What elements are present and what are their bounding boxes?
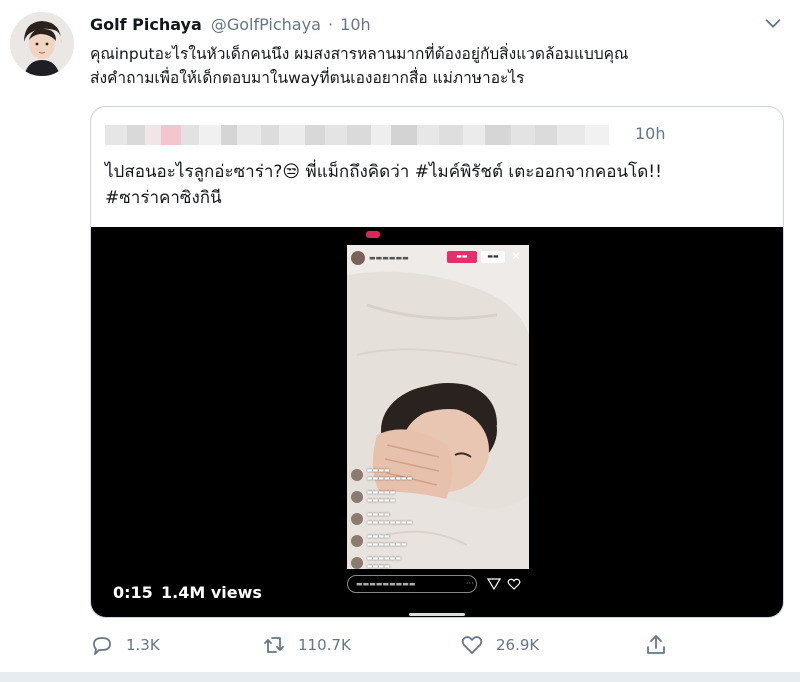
live-badge: ▬▬ xyxy=(447,251,477,263)
live-comment: ▬▬▬▬ ▬▬▬▬▬▬▬ xyxy=(351,533,471,553)
share-icon xyxy=(644,633,668,657)
pixelated-author xyxy=(105,125,625,145)
live-comment-input: ▬▬▬▬▬▬▬▬▬ ··· xyxy=(347,575,477,593)
quoted-tweet-timestamp[interactable]: 10h xyxy=(635,121,666,147)
video-elapsed-time: 0:15 xyxy=(113,583,153,602)
streamer-name: ▬▬▬▬▬▬ xyxy=(369,254,409,262)
tweet-text-line: คุณinputอะไรในหัวเด็กคนนึง ผมสงสารหลานมา… xyxy=(90,45,629,63)
send-icon xyxy=(487,577,501,591)
hashtag-link[interactable]: #ซาร่าคาซิงกินี xyxy=(105,188,222,208)
close-icon: ✕ xyxy=(511,249,522,263)
quoted-tweet[interactable]: 10h ไปสอนอะไรลูกอ่ะซาร่า?😒 พี่แม็กถึงคิด… xyxy=(90,106,784,618)
hashtag-link[interactable]: #ไมค์พิรัชต์ xyxy=(415,162,503,182)
reply-icon xyxy=(90,633,114,657)
quoted-text-part: เตะออกจากคอนโด!! xyxy=(503,162,662,182)
live-comment: ▬▬▬▬ ▬▬▬▬▬▬▬▬ xyxy=(351,467,471,487)
separator-dot: · xyxy=(327,15,334,34)
retweet-button[interactable]: 110.7K xyxy=(262,630,351,660)
reply-button[interactable]: 1.3K xyxy=(90,630,160,660)
recording-indicator xyxy=(366,231,380,238)
unamused-emoji: 😒 xyxy=(282,162,301,182)
reply-count: 1.3K xyxy=(126,636,160,654)
live-header: ▬▬▬▬▬▬ ▬▬ ▬▬ ✕ xyxy=(347,245,529,273)
live-comment: ▬▬▬▬▬▬▬▬▬▬ xyxy=(351,555,471,569)
video-player[interactable]: ▬▬▬▬▬▬ ▬▬ ▬▬ ✕ ▬▬▬▬▬▬▬▬▬▬▬▬ ▬▬▬▬▬▬▬▬▬▬ xyxy=(91,227,783,617)
video-frame: ▬▬▬▬▬▬ ▬▬ ▬▬ ✕ ▬▬▬▬▬▬▬▬▬▬▬▬ ▬▬▬▬▬▬▬▬▬▬ xyxy=(347,245,529,569)
retweet-count: 110.7K xyxy=(298,636,351,654)
heart-outline-icon xyxy=(507,577,521,591)
video-view-count: 1.4M views xyxy=(161,583,262,602)
timeline-divider xyxy=(0,672,800,682)
tweet-text-line: ส่งคำถามเพื่อให้เด็กตอบมาในwayที่ตนเองอย… xyxy=(90,69,525,87)
live-comment: ▬▬▬▬ ▬▬▬▬▬▬▬▬ xyxy=(351,511,471,531)
home-indicator xyxy=(409,613,465,616)
author-avatar[interactable] xyxy=(10,12,74,76)
quoted-text-part: พี่แม็กถึงคิดว่า xyxy=(300,162,415,182)
live-comment: ▬▬▬▬▬▬▬▬▬▬ xyxy=(351,489,471,509)
retweet-icon xyxy=(262,633,286,657)
author-name[interactable]: Golf Pichaya xyxy=(90,15,202,34)
quoted-tweet-text: ไปสอนอะไรลูกอ่ะซาร่า?😒 พี่แม็กถึงคิดว่า … xyxy=(105,159,765,211)
quoted-text-line: ไปสอนอะไรลูกอ่ะซาร่า?😒 พี่แม็กถึงคิดว่า … xyxy=(105,159,765,185)
like-button[interactable]: 26.9K xyxy=(460,630,539,660)
tweet-timestamp[interactable]: 10h xyxy=(340,15,371,34)
streamer-avatar xyxy=(351,251,365,265)
quoted-text-line: #ซาร่าคาซิงกินี xyxy=(105,185,765,211)
chevron-down-icon[interactable] xyxy=(762,12,784,34)
tweet-actions: 1.3K 110.7K 26.9K xyxy=(90,630,730,660)
live-comment-bar: ▬▬▬▬▬▬▬▬▬ ··· xyxy=(347,575,529,595)
like-count: 26.9K xyxy=(496,636,540,654)
tweet: Golf Pichaya @GolfPichaya · 10h คุณinput… xyxy=(0,0,800,682)
heart-icon xyxy=(460,633,484,657)
viewer-count-badge: ▬▬ xyxy=(481,251,505,263)
tweet-header: Golf Pichaya @GolfPichaya · 10h xyxy=(90,14,371,36)
author-handle[interactable]: @GolfPichaya xyxy=(211,15,321,34)
tweet-text: คุณinputอะไรในหัวเด็กคนนึง ผมสงสารหลานมา… xyxy=(90,42,790,90)
share-button[interactable] xyxy=(644,630,668,660)
live-comments: ▬▬▬▬ ▬▬▬▬▬▬▬▬ ▬▬▬▬▬ ▬▬▬▬▬ ▬▬▬▬ ▬▬▬▬▬▬▬▬ ▬▬▬… xyxy=(351,467,471,569)
more-icon: ··· xyxy=(466,579,474,588)
quoted-text-part: ไปสอนอะไรลูกอ่ะซาร่า? xyxy=(105,162,283,182)
quoted-tweet-header: 10h xyxy=(105,121,765,147)
